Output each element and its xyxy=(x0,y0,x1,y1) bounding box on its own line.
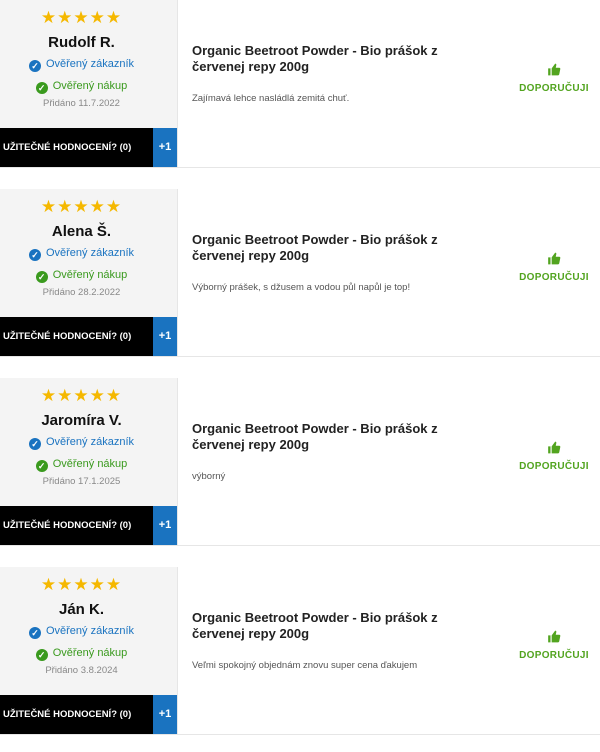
check-circle-icon: ✓ xyxy=(28,60,41,72)
review-author-panel: ★★★★★ Alena Š. ✓ Ověřený zákazník ✓ Ověřen… xyxy=(0,189,178,356)
rating-stars: ★★★★★ xyxy=(40,575,123,594)
review-author: Jaromíra V. xyxy=(41,412,122,429)
review-date: Přidáno 3.8.2024 xyxy=(45,665,118,676)
verified-purchase-label: Ověřený nákup xyxy=(52,647,128,659)
upvote-button[interactable]: +1 xyxy=(153,695,177,734)
recommend-label: DOPORUČUJI xyxy=(519,272,589,283)
check-circle-icon: ✓ xyxy=(35,271,48,283)
review-text: výborný xyxy=(192,471,226,482)
recommend-panel: DOPORUČUJI xyxy=(508,189,600,356)
thumbs-up-icon xyxy=(508,252,600,270)
thumbs-up-icon xyxy=(508,630,600,648)
review-author: Rudolf R. xyxy=(48,34,115,51)
useful-review-label: UŽITEČNÉ HODNOCENÍ? xyxy=(3,331,117,342)
recommend-label: DOPORUČUJI xyxy=(519,461,589,472)
verified-customer-badge: ✓ Ověřený zákazník xyxy=(0,247,163,261)
review-text: Zajímavá lehce nasládlá zemitá chuť. xyxy=(192,93,350,104)
product-title: Organic Beetroot Powder - Bio prášok z č… xyxy=(192,421,438,452)
product-title: Organic Beetroot Powder - Bio prášok z č… xyxy=(192,610,438,641)
review-text: Veľmi spokojný objednám znovu super cena… xyxy=(192,660,418,671)
verified-purchase-badge: ✓ Ověřený nákup xyxy=(0,458,163,472)
check-circle-icon: ✓ xyxy=(35,460,48,472)
useful-review-bar: UŽITEČNÉ HODNOCENÍ? (0) xyxy=(0,128,153,167)
reviews-list: ★★★★★ Rudolf R. ✓ Ověřený zákazník ✓ Ověře… xyxy=(0,0,600,735)
verified-customer-label: Ověřený zákazník xyxy=(45,58,135,70)
verified-purchase-badge: ✓ Ověřený nákup xyxy=(0,647,163,661)
useful-review-count: (0) xyxy=(119,142,132,153)
upvote-button[interactable]: +1 xyxy=(153,506,177,545)
useful-review-count: (0) xyxy=(119,520,132,531)
useful-review-count: (0) xyxy=(119,709,132,720)
rating-stars: ★★★★★ xyxy=(40,8,123,27)
verified-customer-label: Ověřený zákazník xyxy=(45,625,135,637)
review-card: ★★★★★ Ján K. ✓ Ověřený zákazník ✓ Ověřený … xyxy=(0,567,600,735)
review-separator xyxy=(0,168,600,189)
review-author-panel: ★★★★★ Jaromíra V. ✓ Ověřený zákazník ✓ Ově… xyxy=(0,378,178,545)
review-date: Přidáno 11.7.2022 xyxy=(43,98,120,109)
product-title: Organic Beetroot Powder - Bio prášok z č… xyxy=(192,232,438,263)
review-content: Organic Beetroot Powder - Bio prášok z č… xyxy=(178,567,508,734)
review-card: ★★★★★ Alena Š. ✓ Ověřený zákazník ✓ Ověřen… xyxy=(0,189,600,357)
review-content: Organic Beetroot Powder - Bio prášok z č… xyxy=(178,189,508,356)
verified-purchase-badge: ✓ Ověřený nákup xyxy=(0,269,163,283)
recommend-label: DOPORUČUJI xyxy=(519,650,589,661)
rating-stars: ★★★★★ xyxy=(40,197,123,216)
recommend-panel: DOPORUČUJI xyxy=(508,0,600,167)
review-author-panel: ★★★★★ Ján K. ✓ Ověřený zákazník ✓ Ověřený … xyxy=(0,567,178,734)
verified-purchase-badge: ✓ Ověřený nákup xyxy=(0,80,163,94)
review-author: Ján K. xyxy=(58,601,104,618)
verified-customer-label: Ověřený zákazník xyxy=(45,247,135,259)
verified-purchase-label: Ověřený nákup xyxy=(52,458,128,470)
verified-purchase-label: Ověřený nákup xyxy=(52,80,128,92)
upvote-button[interactable]: +1 xyxy=(153,317,177,356)
verified-customer-badge: ✓ Ověřený zákazník xyxy=(0,625,163,639)
useful-review-label: UŽITEČNÉ HODNOCENÍ? xyxy=(3,520,117,531)
check-circle-icon: ✓ xyxy=(35,649,48,661)
review-date: Přidáno 17.1.2025 xyxy=(42,476,121,487)
useful-review-bar: UŽITEČNÉ HODNOCENÍ? (0) xyxy=(0,695,153,734)
upvote-button[interactable]: +1 xyxy=(153,128,177,167)
thumbs-up-icon xyxy=(508,441,600,459)
recommend-label: DOPORUČUJI xyxy=(519,83,589,94)
review-card: ★★★★★ Rudolf R. ✓ Ověřený zákazník ✓ Ověře… xyxy=(0,0,600,168)
recommend-panel: DOPORUČUJI xyxy=(508,567,600,734)
recommend-panel: DOPORUČUJI xyxy=(508,378,600,545)
useful-review-bar: UŽITEČNÉ HODNOCENÍ? (0) xyxy=(0,506,153,545)
review-content: Organic Beetroot Powder - Bio prášok z č… xyxy=(178,0,508,167)
useful-review-label: UŽITEČNÉ HODNOCENÍ? xyxy=(3,142,117,153)
review-author: Alena Š. xyxy=(51,223,112,240)
check-circle-icon: ✓ xyxy=(28,249,41,261)
review-separator xyxy=(0,546,600,567)
check-circle-icon: ✓ xyxy=(35,82,48,94)
verified-purchase-label: Ověřený nákup xyxy=(52,269,128,281)
check-circle-icon: ✓ xyxy=(28,627,41,639)
review-author-panel: ★★★★★ Rudolf R. ✓ Ověřený zákazník ✓ Ověře… xyxy=(0,0,178,167)
rating-stars: ★★★★★ xyxy=(40,386,123,405)
useful-review-label: UŽITEČNÉ HODNOCENÍ? xyxy=(3,709,117,720)
useful-review-count: (0) xyxy=(119,331,132,342)
review-date: Přidáno 28.2.2022 xyxy=(42,287,121,298)
review-content: Organic Beetroot Powder - Bio prášok z č… xyxy=(178,378,508,545)
review-separator xyxy=(0,357,600,378)
verified-customer-badge: ✓ Ověřený zákazník xyxy=(0,436,163,450)
product-title: Organic Beetroot Powder - Bio prášok z č… xyxy=(192,43,438,74)
check-circle-icon: ✓ xyxy=(28,438,41,450)
verified-customer-badge: ✓ Ověřený zákazník xyxy=(0,58,163,72)
review-card: ★★★★★ Jaromíra V. ✓ Ověřený zákazník ✓ Ově… xyxy=(0,378,600,546)
useful-review-bar: UŽITEČNÉ HODNOCENÍ? (0) xyxy=(0,317,153,356)
review-text: Výborný prášek, s džusem a vodou půl nap… xyxy=(192,282,411,293)
verified-customer-label: Ověřený zákazník xyxy=(45,436,135,448)
thumbs-up-icon xyxy=(508,63,600,81)
